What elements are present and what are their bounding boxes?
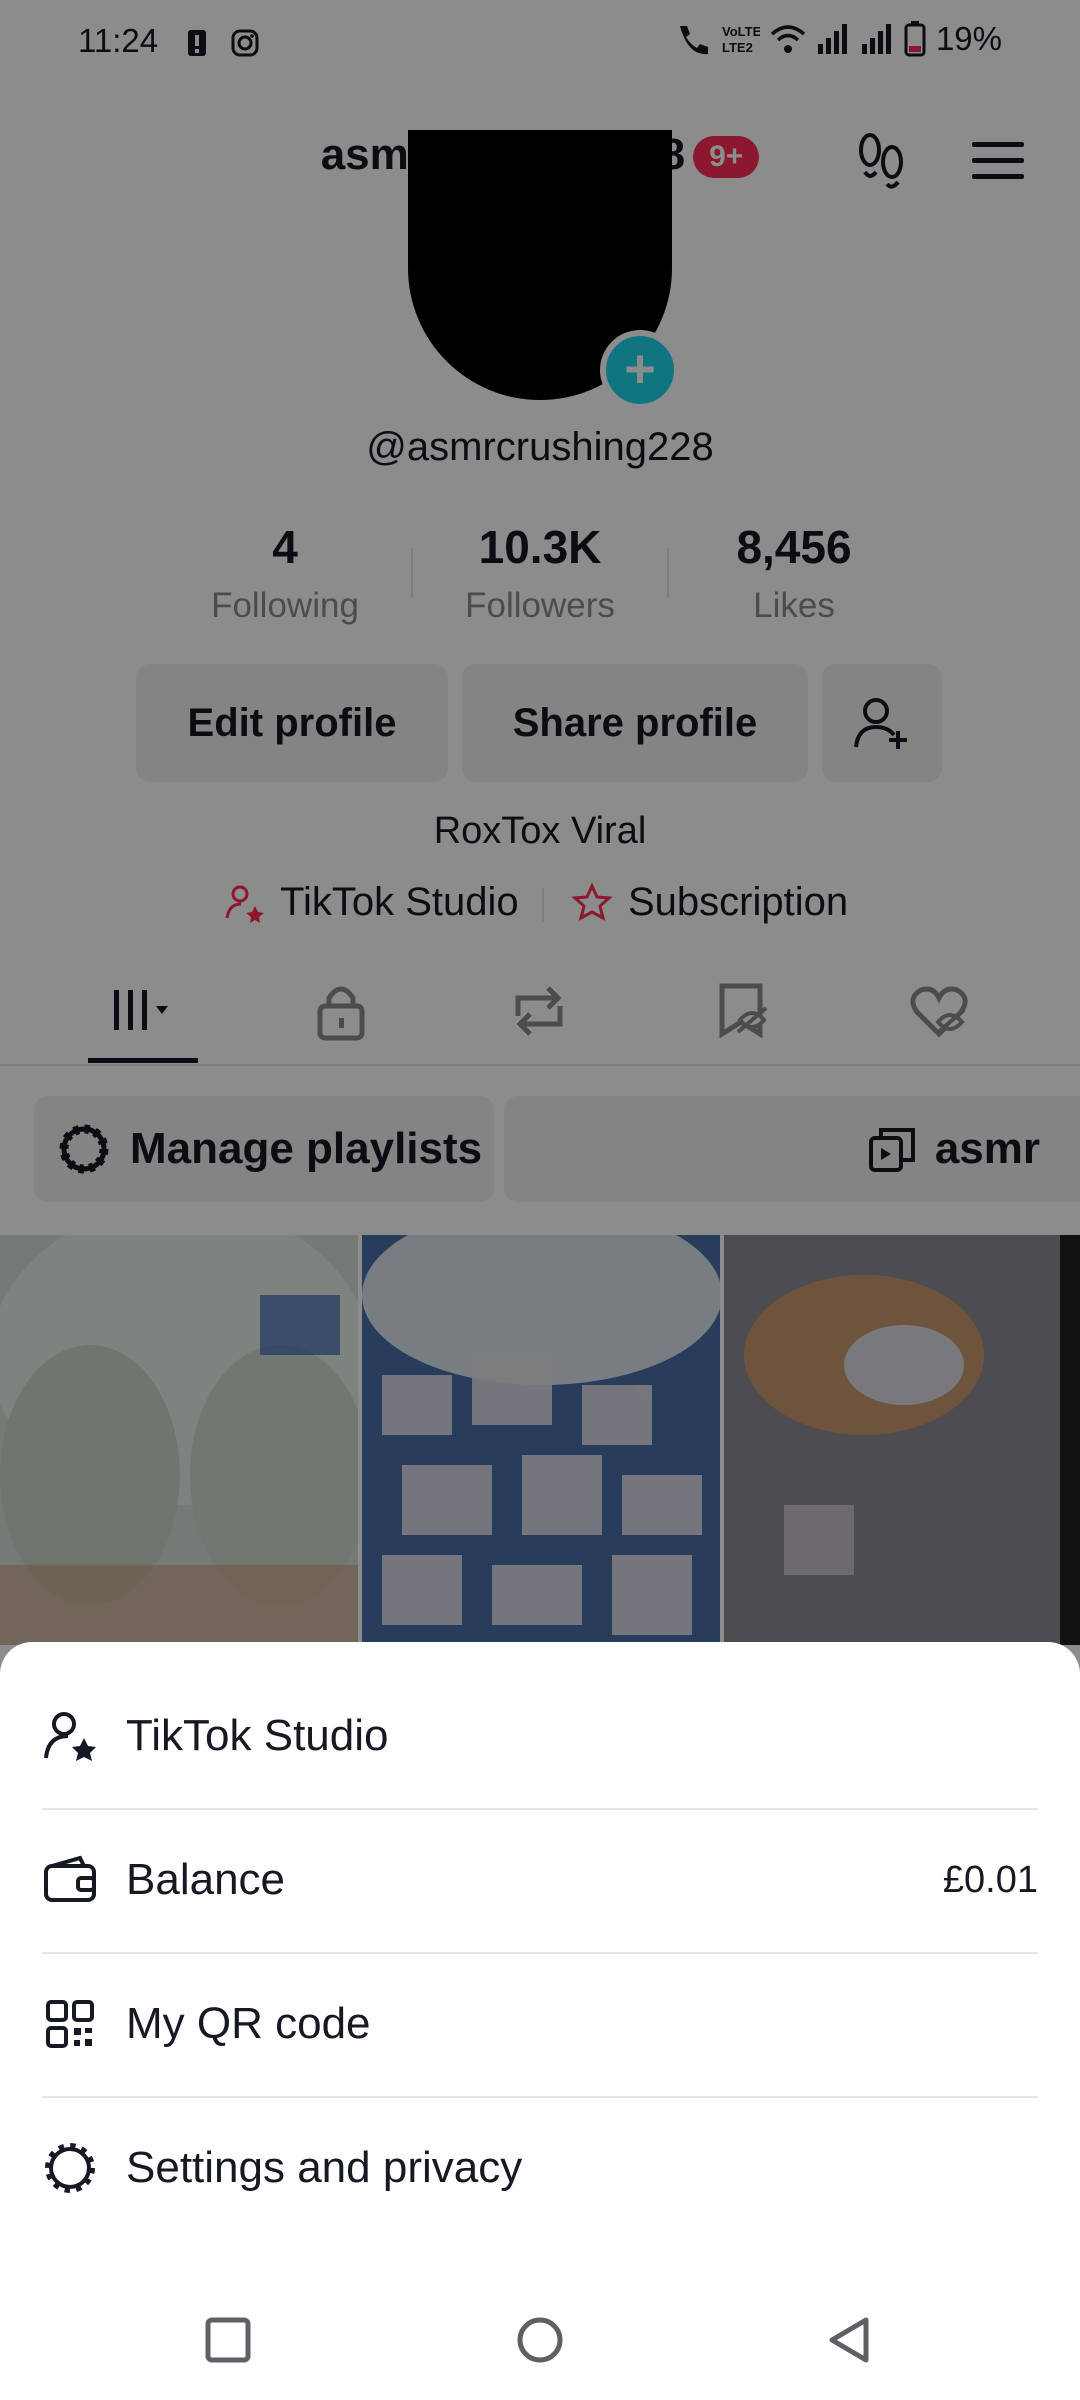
menu-item-label: Balance (126, 1855, 286, 1904)
back-nav-icon[interactable] (820, 2310, 880, 2370)
menu-item-label: TikTok Studio (126, 1711, 389, 1760)
menu-item-tiktok-studio[interactable]: TikTok Studio (42, 1664, 1038, 1808)
menu-item-label: Settings and privacy (126, 2143, 523, 2192)
menu-item-settings[interactable]: Settings and privacy (42, 2096, 1038, 2240)
qr-code-icon (46, 2000, 94, 2048)
home-nav-icon[interactable] (510, 2310, 570, 2370)
recents-nav-icon[interactable] (198, 2310, 258, 2370)
balance-value: £0.01 (942, 1858, 1038, 1901)
gear-icon (45, 2143, 95, 2193)
person-star-icon (44, 1712, 96, 1761)
menu-item-label: My QR code (126, 1999, 371, 2048)
menu-item-balance[interactable]: Balance £0.01 (42, 1808, 1038, 1952)
wallet-icon (44, 1855, 96, 1902)
menu-item-qr-code[interactable]: My QR code (42, 1952, 1038, 2096)
